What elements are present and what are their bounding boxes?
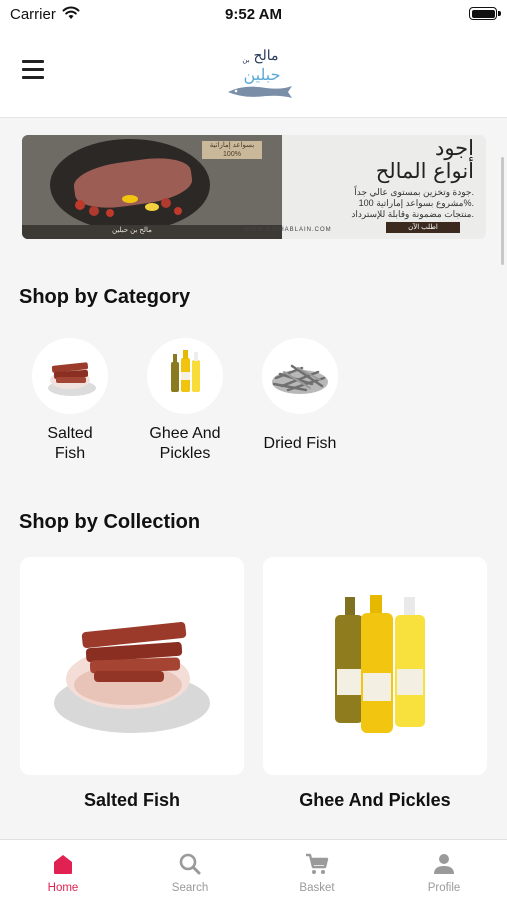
tab-search[interactable]: Search bbox=[127, 840, 253, 900]
dried-fish-thumbnail bbox=[262, 338, 338, 414]
tab-label: Basket bbox=[299, 882, 335, 894]
status-bar: Carrier 9:52 AM bbox=[0, 0, 507, 30]
category-salted-fish[interactable]: Salted Fish bbox=[20, 338, 120, 464]
banner-website: WWW.BINHABLAIN.COM bbox=[244, 227, 332, 233]
search-icon bbox=[179, 853, 201, 875]
collection-card-salted-fish[interactable] bbox=[20, 557, 244, 775]
tab-label: Profile bbox=[427, 882, 461, 894]
tab-label: Search bbox=[171, 882, 209, 894]
category-ghee-pickles[interactable]: Ghee And Pickles bbox=[135, 338, 235, 464]
banner-chip: بسواعد إماراتية 100% bbox=[202, 141, 262, 159]
category-label: Ghee And Pickles bbox=[149, 425, 221, 462]
logo-text-top: مالح bbox=[253, 48, 278, 64]
collection-label: Ghee And Pickles bbox=[299, 790, 451, 810]
logo-text-small: بن bbox=[242, 56, 249, 64]
battery-icon bbox=[469, 7, 501, 20]
logo-text-bottom: حبلين bbox=[243, 65, 280, 84]
tab-basket[interactable]: Basket bbox=[254, 840, 380, 900]
hamburger-icon-line bbox=[22, 76, 44, 79]
bottom-tab-bar: Home Search Basket Profile bbox=[0, 839, 507, 900]
hamburger-icon-line bbox=[22, 60, 44, 63]
ghee-pickles-thumbnail bbox=[147, 338, 223, 414]
banner-image: بسواعد إماراتية 100% مالح بن حبلين bbox=[22, 135, 282, 239]
app-header: مالح بن حبلين bbox=[0, 30, 507, 118]
collection-section-title: Shop by Collection bbox=[19, 511, 201, 533]
category-label: Dried Fish bbox=[263, 435, 337, 452]
tab-label: Home bbox=[47, 882, 79, 894]
status-time: 9:52 AM bbox=[225, 6, 282, 23]
hamburger-icon-line bbox=[22, 68, 44, 71]
person-icon bbox=[434, 854, 454, 874]
scroll-indicator bbox=[501, 157, 504, 265]
home-icon bbox=[54, 855, 72, 874]
ghee-pickles-image bbox=[335, 595, 425, 733]
category-label: Salted Fish bbox=[47, 425, 93, 462]
promo-banner[interactable]: بسواعد إماراتية 100% مالح بن حبلين اجود … bbox=[22, 135, 486, 239]
home-scroll-content[interactable]: بسواعد إماراتية 100% مالح بن حبلين اجود … bbox=[0, 119, 507, 839]
tab-home[interactable]: Home bbox=[0, 840, 126, 900]
banner-description: جودة وتخزين بمستوى عالي جداً. مشروع بسوا… bbox=[351, 187, 474, 219]
salted-fish-image bbox=[54, 622, 210, 733]
banner-strip-text: مالح بن حبلين bbox=[112, 227, 152, 234]
collection-card-ghee-pickles[interactable] bbox=[263, 557, 487, 775]
cart-icon bbox=[306, 853, 329, 874]
category-dried-fish[interactable]: Dried Fish bbox=[250, 338, 350, 454]
salted-fish-thumbnail bbox=[32, 338, 108, 414]
menu-button[interactable] bbox=[22, 60, 48, 80]
category-section-title: Shop by Category bbox=[19, 286, 191, 308]
banner-title: اجود أنواع المالح bbox=[375, 136, 474, 183]
tab-profile[interactable]: Profile bbox=[381, 840, 507, 900]
banner-order-button[interactable]: اطلب الآن bbox=[386, 222, 460, 233]
collection-label: Salted Fish bbox=[83, 790, 181, 810]
brand-logo: مالح بن حبلين bbox=[228, 48, 292, 98]
